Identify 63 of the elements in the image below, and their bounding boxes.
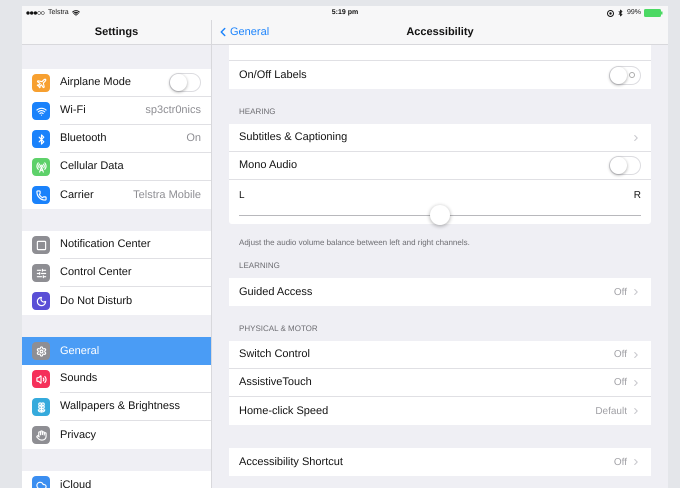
signal-icon xyxy=(26,11,45,15)
sidebar-item[interactable]: Privacy xyxy=(22,421,211,449)
row-value: Default xyxy=(595,404,627,418)
item-label: General xyxy=(60,344,100,359)
item-label: Wi-Fi xyxy=(60,103,87,118)
item-label: Privacy xyxy=(60,428,98,443)
sidebar-title: Settings xyxy=(94,24,138,40)
section-footer: Adjust the audio volume balance between left and right channels. xyxy=(239,238,470,247)
row-value: Off xyxy=(614,376,627,390)
sidebar-item[interactable]: Airplane Mode xyxy=(22,69,211,97)
sidebar-item[interactable]: Carrier Telstra Mobile xyxy=(22,181,211,209)
settings-row[interactable]: Accessibility Shortcut Off xyxy=(229,448,651,476)
sidebar-item[interactable]: Wi-Fi sp3ctr0nics xyxy=(22,97,211,125)
row-label: Switch Control xyxy=(239,347,311,362)
settings-row[interactable]: Guided Access Off xyxy=(229,278,651,306)
item-value: sp3ctr0nics xyxy=(145,103,201,118)
sidebar-item[interactable]: Control Center xyxy=(22,259,211,287)
item-label: Control Center xyxy=(60,265,133,280)
row-label: Home-click Speed xyxy=(239,404,330,419)
row-label: AssistiveTouch xyxy=(239,375,313,390)
section-header: HEARING xyxy=(239,106,276,118)
settings-row[interactable]: Subtitles & Captioning xyxy=(229,124,651,152)
page-title: Accessibility xyxy=(406,24,474,40)
balance-slider[interactable] xyxy=(239,205,641,225)
row-value: Off xyxy=(614,456,627,470)
sidebar-item[interactable]: Sounds xyxy=(22,365,211,393)
sidebar-item[interactable]: Wallpapers & Brightness xyxy=(22,393,211,421)
item-label: Cellular Data xyxy=(60,159,125,174)
section-header: LEARNING xyxy=(239,260,280,272)
row-label: Guided Access xyxy=(239,284,314,300)
section-header: PHYSICAL & MOTOR xyxy=(239,323,318,335)
sidebar-item[interactable]: Cellular Data xyxy=(22,153,211,181)
item-label: Carrier xyxy=(60,188,95,203)
right-label: R xyxy=(634,189,641,203)
item-label: Airplane Mode xyxy=(60,75,132,90)
item-label: iCloud xyxy=(60,478,92,488)
item-label: Bluetooth xyxy=(60,131,108,146)
row-label: Accessibility Shortcut xyxy=(239,454,344,470)
sidebar-item[interactable]: Do Not Disturb xyxy=(22,287,211,315)
toggle-switch[interactable] xyxy=(609,66,641,84)
location-icon xyxy=(606,10,614,16)
wifi-icon xyxy=(72,9,80,17)
item-label: Do Not Disturb xyxy=(60,294,134,309)
toggle-switch[interactable] xyxy=(609,156,641,175)
row-label: Mono Audio xyxy=(239,158,298,174)
item-value: On xyxy=(186,131,201,146)
sidebar-item[interactable]: Bluetooth On xyxy=(22,125,211,153)
slider-thumb[interactable] xyxy=(430,205,450,225)
row-value: Off xyxy=(614,286,627,300)
bluetooth-icon xyxy=(616,9,624,17)
row-label: Subtitles & Captioning xyxy=(239,130,348,146)
left-label: L xyxy=(239,189,245,203)
item-label: Sounds xyxy=(60,371,98,386)
item-label: Notification Center xyxy=(60,237,152,252)
battery-icon xyxy=(644,9,664,17)
row-value: Off xyxy=(614,348,627,362)
row-label: On/Off Labels xyxy=(239,68,308,83)
sidebar-item[interactable]: Notification Center xyxy=(22,231,211,259)
item-value: Telstra Mobile xyxy=(133,188,201,203)
toggle-switch[interactable] xyxy=(169,73,201,92)
settings-row[interactable]: Switch Control Off xyxy=(229,341,651,369)
item-label: Wallpapers & Brightness xyxy=(60,399,182,414)
sidebar-item[interactable]: iCloud xyxy=(22,471,211,488)
